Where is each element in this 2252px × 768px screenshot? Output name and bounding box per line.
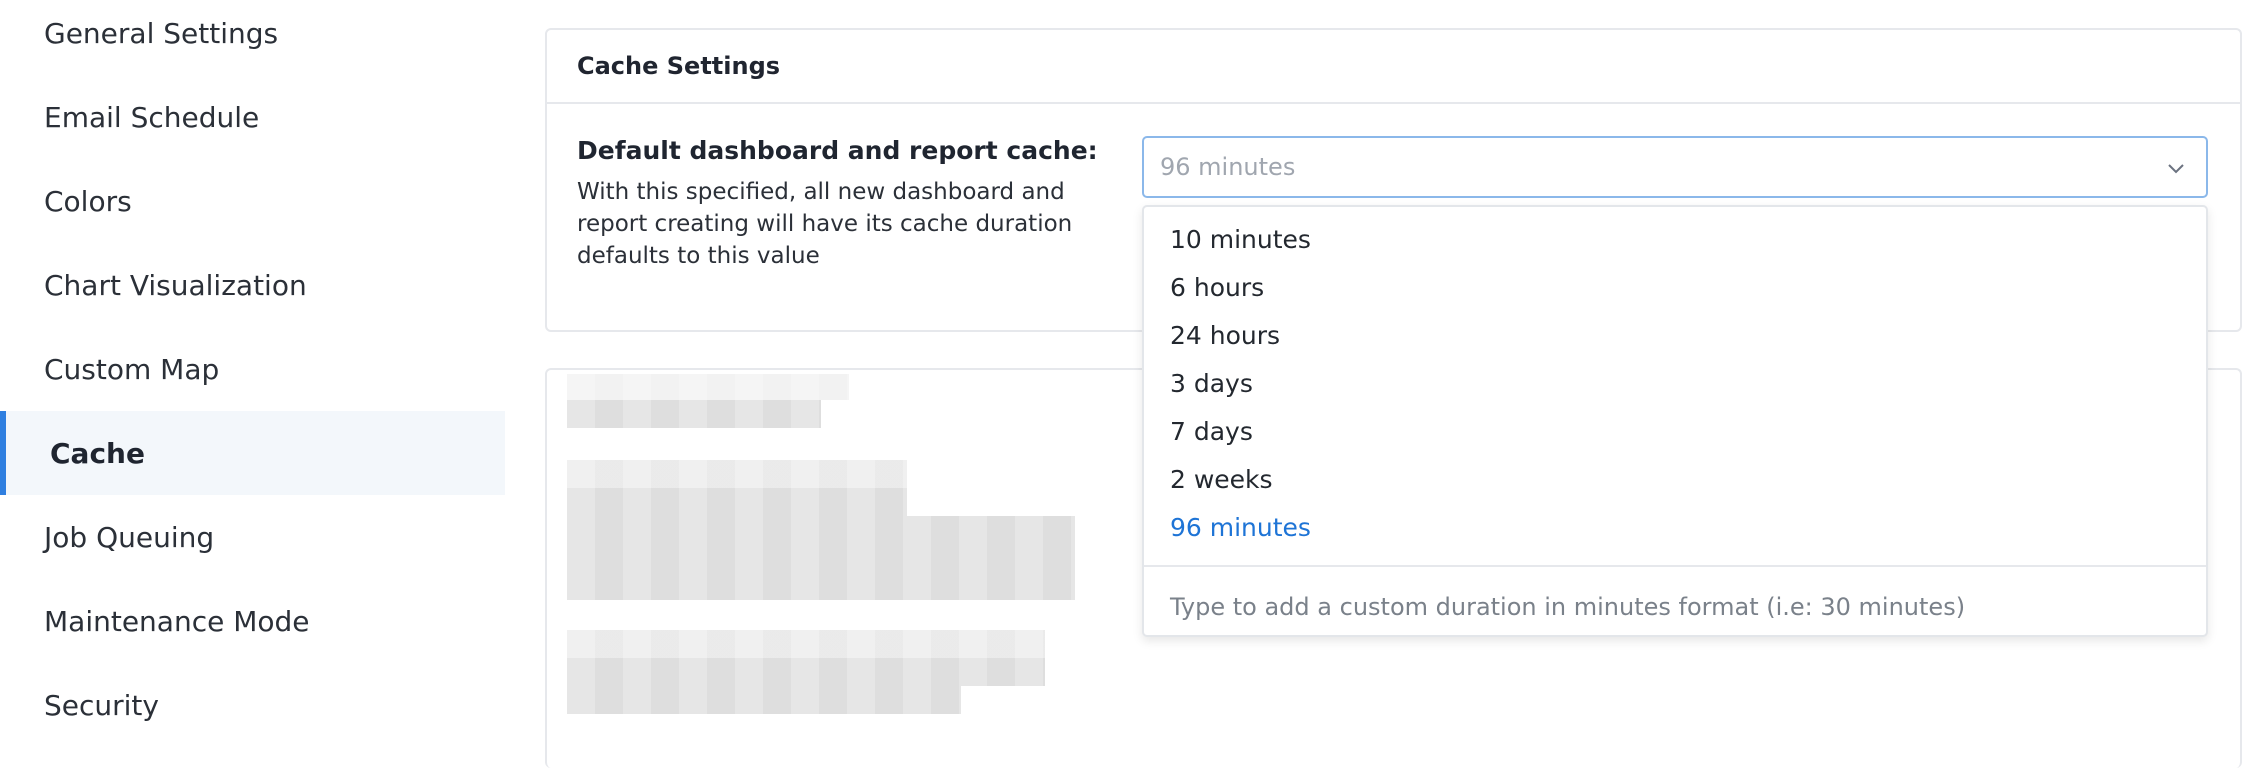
settings-sidebar: General Settings Email Schedule Colors C… [0,0,505,768]
sidebar-item-job-queuing[interactable]: Job Queuing [0,495,505,579]
blurred-content [567,572,1075,600]
dropdown-option[interactable]: 7 days [1170,407,1253,455]
card-title: Cache Settings [547,30,2240,104]
cache-duration-select[interactable]: 96 minutes [1142,136,2208,198]
blurred-content [567,488,907,516]
cache-duration-dropdown: 10 minutes 6 hours 24 hours 3 days 7 day… [1142,205,2208,637]
dropdown-divider [1144,565,2206,567]
setting-label: Default dashboard and report cache: [577,136,1098,165]
blurred-content [567,686,961,714]
sidebar-item-cache[interactable]: Cache [0,411,505,495]
custom-duration-hint: Type to add a custom duration in minutes… [1170,593,1966,621]
dropdown-option[interactable]: 2 weeks [1170,455,1273,503]
dropdown-option[interactable]: 6 hours [1170,263,1264,311]
blurred-content [567,544,1075,572]
sidebar-item-maintenance-mode[interactable]: Maintenance Mode [0,579,505,663]
blurred-content [567,516,1075,544]
dropdown-option[interactable]: 3 days [1170,359,1253,407]
sidebar-item-chart-visualization[interactable]: Chart Visualization [0,243,505,327]
dropdown-option[interactable]: 24 hours [1170,311,1280,359]
sidebar-item-custom-map[interactable]: Custom Map [0,327,505,411]
sidebar-item-colors[interactable]: Colors [0,159,505,243]
dropdown-option-selected[interactable]: 96 minutes [1170,503,1311,551]
blurred-content [567,460,907,488]
select-value: 96 minutes [1160,153,1296,181]
blurred-content [567,400,821,428]
blurred-content [567,630,1045,658]
blurred-content [567,374,849,400]
sidebar-item-general-settings[interactable]: General Settings [0,0,505,75]
setting-description: With this specified, all new dashboard a… [577,179,1073,269]
dropdown-option[interactable]: 10 minutes [1170,215,1311,263]
sidebar-item-email-schedule[interactable]: Email Schedule [0,75,505,159]
sidebar-item-security[interactable]: Security [0,663,505,747]
chevron-down-icon [2168,164,2184,174]
blurred-content [567,658,1045,686]
app-root: General Settings Email Schedule Colors C… [0,0,2252,768]
